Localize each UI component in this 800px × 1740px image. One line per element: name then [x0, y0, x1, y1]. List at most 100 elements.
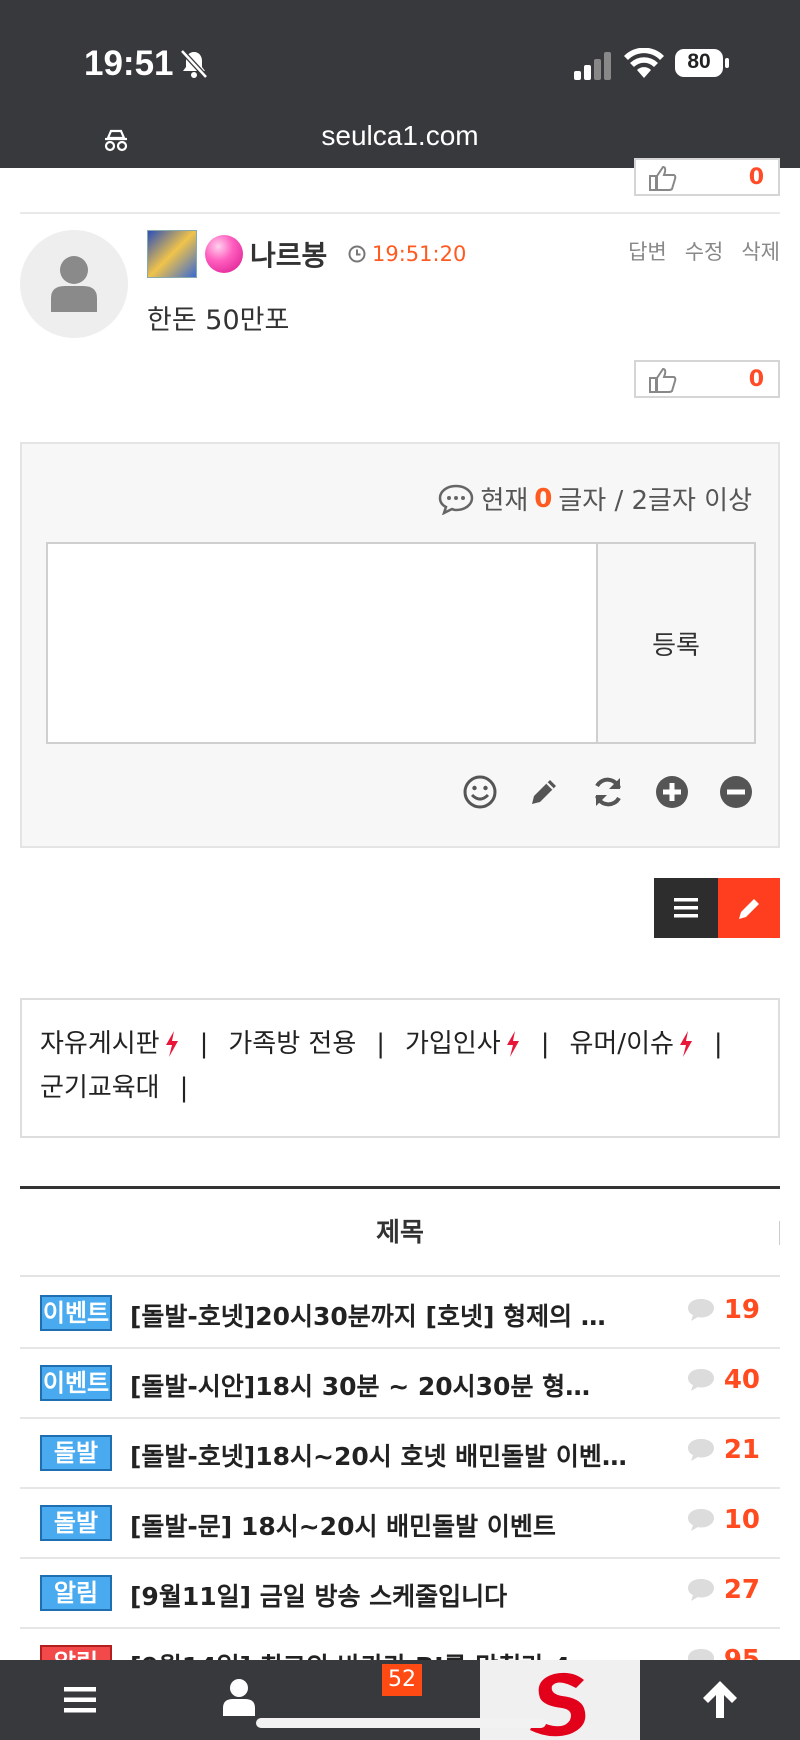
category-label: 군기교육대: [40, 1073, 160, 1103]
comment-nickname[interactable]: 나르봉: [250, 234, 327, 274]
avatar: [20, 230, 128, 338]
category-separator: |: [179, 1073, 189, 1103]
comment-count-number: 19: [723, 1295, 760, 1325]
category-link[interactable]: 가입인사 |: [405, 1022, 569, 1066]
comment-time: 19:51:20: [372, 242, 467, 266]
write-button[interactable]: [718, 878, 780, 938]
writer-tools: [462, 774, 754, 810]
comment-text: 한돈 50만포: [147, 305, 290, 336]
category-label: 가입인사: [405, 1029, 501, 1059]
counter-prefix: 현재: [480, 486, 529, 516]
comment-count-number: 40: [723, 1365, 760, 1395]
minus-circle-icon[interactable]: [718, 774, 754, 810]
category-link[interactable]: 유머/이슈 |: [569, 1022, 742, 1066]
lightning-icon: [679, 1031, 692, 1057]
comment-count: 40: [686, 1365, 760, 1395]
divider: [20, 212, 780, 214]
status-time: 19:51: [84, 44, 174, 83]
table-row[interactable]: 알림 [9월11일] 금일 방송 스케줄입니다 27: [20, 1559, 780, 1629]
comment-actions: 답변 수정 삭제: [628, 236, 780, 266]
level-icon: [147, 230, 197, 278]
table-row[interactable]: 돌발 [돌발-문] 18시~20시 배민돌발 이벤트 10: [20, 1489, 780, 1559]
comment-count: 21: [686, 1435, 760, 1465]
category-badge: 알림: [40, 1575, 112, 1611]
table-header: 제목: [20, 1189, 780, 1277]
smiley-icon[interactable]: [462, 774, 498, 810]
url-text: seulca1.com: [321, 120, 479, 151]
pencil-icon: [739, 899, 759, 919]
home-indicator: [256, 1718, 546, 1728]
comment-count-number: 10: [723, 1505, 760, 1535]
cell-signal-icon: [574, 52, 611, 80]
comment-count: 10: [686, 1505, 760, 1535]
category-label: 유머/이슈: [569, 1029, 674, 1059]
category-badge: 이벤트: [40, 1365, 112, 1401]
edit-button[interactable]: 수정: [685, 236, 724, 266]
submit-button[interactable]: 등록: [596, 542, 756, 744]
comment-count-number: 27: [723, 1575, 760, 1605]
clock-icon: [348, 245, 366, 263]
comment-textarea[interactable]: [46, 542, 596, 744]
pencil-icon[interactable]: [526, 774, 562, 810]
list-button[interactable]: [654, 878, 718, 938]
category-links: 자유게시판 | 가족방 전용 | 가입인사 | 유머/이슈 | 군기교육대 |: [20, 998, 780, 1138]
list-icon: [674, 898, 698, 918]
comment-bubble-icon: [687, 1439, 714, 1461]
category-link[interactable]: 자유게시판 |: [40, 1022, 228, 1066]
plus-circle-icon[interactable]: [654, 774, 690, 810]
comment-count: 27: [686, 1575, 760, 1605]
table-row[interactable]: 이벤트 [돌발-호넷]20시30분까지 [호넷] 형제의 … 19: [20, 1279, 780, 1349]
arrow-up-icon[interactable]: [700, 1678, 740, 1720]
category-link[interactable]: 군기교육대 |: [40, 1066, 208, 1110]
speech-bubble-icon: [439, 484, 474, 515]
battery-icon: 80: [674, 48, 730, 78]
comment-like-button[interactable]: 0: [634, 360, 780, 398]
char-counter: 현재 0 글자 / 2글자 이상: [438, 480, 752, 517]
counter-suffix: 글자 / 2글자 이상: [558, 486, 752, 516]
comment-bubble-icon: [687, 1369, 714, 1391]
like-count: 0: [748, 367, 764, 392]
counter-number: 0: [534, 483, 553, 514]
category-separator: |: [199, 1029, 209, 1059]
menu-icon[interactable]: [62, 1682, 98, 1718]
table-row[interactable]: 이벤트 [돌발-시안]18시 30분 ~ 20시30분 형… 40: [20, 1349, 780, 1419]
thumbs-up-icon: [649, 367, 677, 393]
comment-bubble-icon: [687, 1579, 714, 1601]
delete-button[interactable]: 삭제: [741, 236, 780, 266]
category-badge: 이벤트: [40, 1295, 112, 1331]
thumbs-up-icon: [649, 165, 677, 191]
category-badge: 돌발: [40, 1505, 112, 1541]
post-title-link[interactable]: [돌발-호넷]18시~20시 호넷 배민돌발 이벤…: [130, 1437, 630, 1473]
reply-button[interactable]: 답변: [628, 236, 667, 266]
post-title-link[interactable]: [돌발-시안]18시 30분 ~ 20시30분 형…: [130, 1367, 630, 1403]
rank-ball-icon: [205, 235, 243, 273]
like-button[interactable]: 0: [634, 158, 780, 196]
column-title: 제목: [376, 1218, 424, 1248]
category-separator: |: [713, 1029, 723, 1059]
wifi-icon: [624, 48, 664, 78]
site-logo-button[interactable]: [480, 1660, 640, 1740]
online-count-badge[interactable]: 52: [382, 1664, 422, 1696]
category-separator: |: [540, 1029, 550, 1059]
category-link[interactable]: 가족방 전용 |: [228, 1022, 405, 1066]
lightning-icon: [165, 1031, 178, 1057]
comment-count: 19: [686, 1295, 760, 1325]
lightning-icon: [506, 1031, 519, 1057]
category-label: 가족방 전용: [228, 1029, 357, 1059]
post-title-link[interactable]: [돌발-문] 18시~20시 배민돌발 이벤트: [130, 1507, 630, 1543]
comment-count-number: 21: [723, 1435, 760, 1465]
category-label: 자유게시판: [40, 1029, 160, 1059]
user-icon[interactable]: [222, 1678, 256, 1716]
comment-bubble-icon: [687, 1299, 714, 1321]
refresh-icon[interactable]: [590, 774, 626, 810]
post-title-link[interactable]: [돌발-호넷]20시30분까지 [호넷] 형제의 …: [130, 1297, 630, 1333]
status-bar: 19:51 80: [0, 0, 800, 110]
category-badge: 돌발: [40, 1435, 112, 1471]
bottom-nav: 52: [0, 1660, 800, 1740]
table-row[interactable]: 돌발 [돌발-호넷]18시~20시 호넷 배민돌발 이벤… 21: [20, 1419, 780, 1489]
column-divider: [779, 1221, 780, 1245]
post-title-link[interactable]: [9월11일] 금일 방송 스케줄입니다: [130, 1577, 630, 1613]
bell-muted-icon: [180, 49, 208, 79]
category-separator: |: [376, 1029, 386, 1059]
comment-write-box: 현재 0 글자 / 2글자 이상 등록: [20, 442, 780, 848]
